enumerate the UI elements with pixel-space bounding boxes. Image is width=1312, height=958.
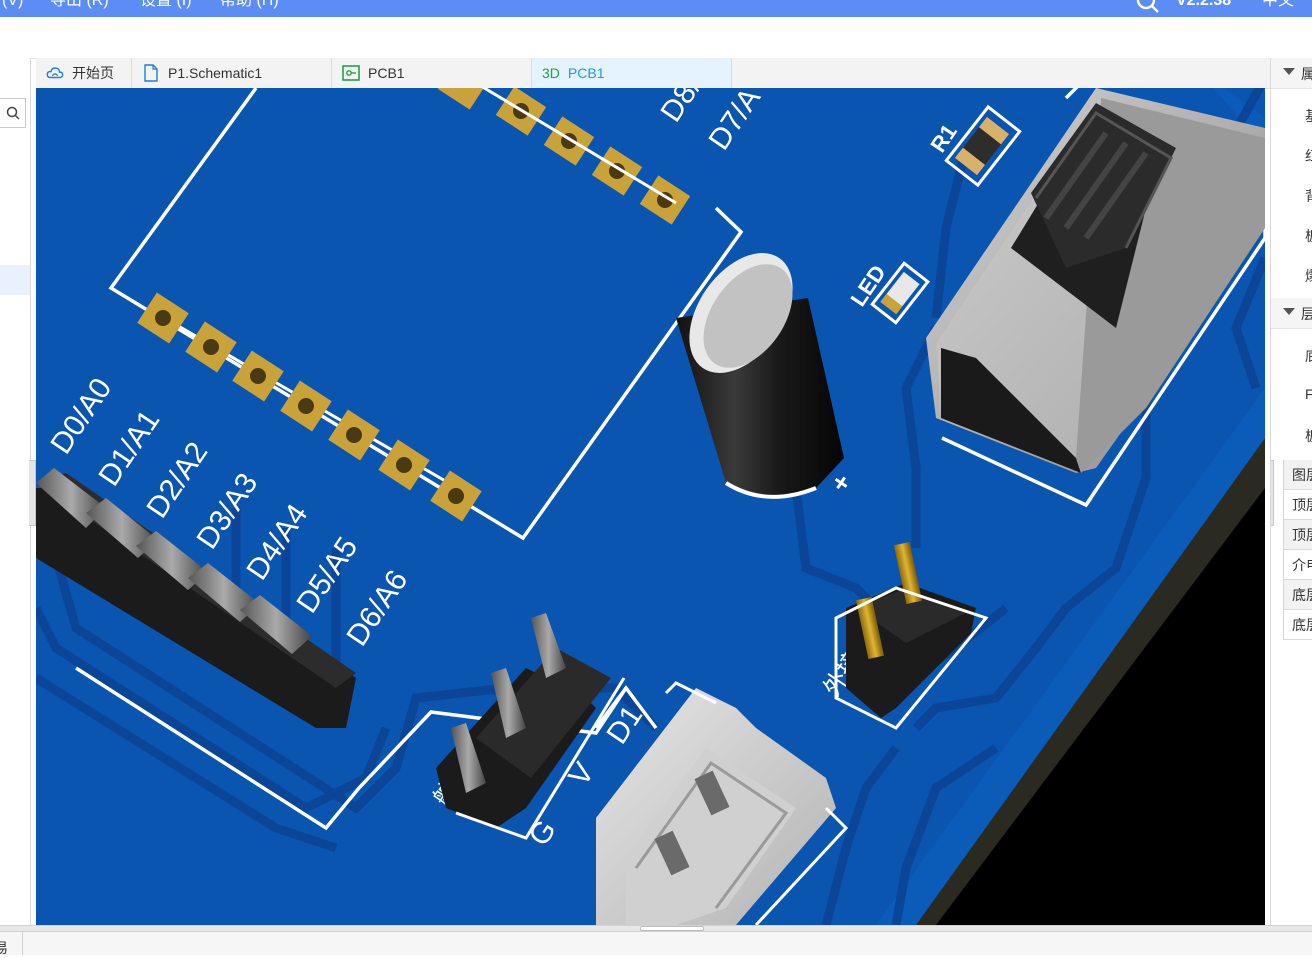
layer-item: 底 (1305, 346, 1312, 366)
language-switch[interactable]: 中文 (1262, 0, 1294, 11)
left-panel-collapse-handle[interactable] (29, 460, 36, 526)
layer-table-row[interactable]: 顶层 (1284, 520, 1312, 550)
properties-section-header[interactable]: 属性 (1271, 58, 1312, 89)
tab-pcb[interactable]: PCB1 (332, 58, 532, 88)
right-panel-collapse-handle[interactable] (1271, 460, 1274, 526)
right-panel: 属性 基 红 背 板 爆 层 底 F 板 图层 顶层 顶层 介电 底层 底层 (1270, 58, 1312, 925)
3d-icon: 3D (542, 65, 560, 81)
menu-help[interactable]: 帮助 (H) (220, 0, 279, 11)
tab-bar: 开始页 P1.Schematic1 PCB1 3D PCB1 (36, 58, 1270, 89)
pcb-icon (342, 64, 360, 82)
menu-bar: (V) 导出 (R) 设置 (I) 帮助 (H) V2.2.38 中文 (0, 0, 1312, 17)
version-label: V2.2.38 (1176, 0, 1232, 9)
toolbar-area (0, 17, 1312, 59)
layer-table-row[interactable]: 顶层 (1284, 490, 1312, 520)
search-icon[interactable] (1136, 0, 1160, 17)
property-item: 红 (1305, 146, 1312, 166)
cloud-icon (46, 64, 64, 82)
tab-label: P1.Schematic1 (168, 65, 263, 81)
status-text: 易 (0, 940, 8, 956)
document-icon (142, 64, 160, 82)
search-icon (6, 106, 20, 120)
layer-table-row[interactable]: 底层 (1284, 610, 1312, 640)
tab-label: PCB1 (567, 65, 605, 81)
menu-settings[interactable]: 设置 (I) (140, 0, 192, 11)
tab-label: 开始页 (72, 65, 114, 81)
layer-table-row[interactable]: 介电 (1284, 550, 1312, 580)
bottom-splitter[interactable] (0, 925, 1312, 932)
layer-item: F (1305, 386, 1312, 402)
left-panel (0, 58, 36, 925)
splitter-grip[interactable] (640, 926, 704, 931)
property-item: 爆 (1305, 266, 1312, 286)
chevron-down-icon (1283, 308, 1295, 315)
layer-item: 板 (1305, 426, 1312, 446)
tab-start-page[interactable]: 开始页 (36, 58, 132, 88)
layer-table-header: 图层 (1284, 460, 1312, 490)
property-item: 基 (1305, 106, 1312, 126)
chevron-down-icon (1283, 68, 1295, 75)
status-separator (22, 932, 23, 955)
tab-schematic[interactable]: P1.Schematic1 (132, 58, 332, 88)
tab-3d-pcb[interactable]: 3D PCB1 (532, 58, 732, 88)
property-item: 背 (1305, 186, 1312, 206)
tab-label: PCB1 (368, 65, 405, 81)
properties-section-label: 属性 (1301, 64, 1312, 84)
layers-section-header[interactable]: 层 (1271, 298, 1312, 329)
property-item: 板 (1305, 226, 1312, 246)
menu-view[interactable]: (V) (2, 0, 23, 11)
3d-viewport[interactable]: D0/A0 D1/A1 D2/A2 D3/A3 D4/A4 D5/A5 D6/A… (36, 88, 1265, 925)
layers-section-label: 层 (1301, 304, 1312, 324)
left-selected-row[interactable] (0, 265, 30, 295)
layer-table-row[interactable]: 底层 (1284, 580, 1312, 610)
layer-table: 图层 顶层 顶层 介电 底层 底层 (1283, 460, 1312, 640)
left-search-box[interactable] (0, 98, 26, 128)
status-bar: 易 (0, 932, 1312, 956)
menu-export[interactable]: 导出 (R) (50, 0, 109, 11)
